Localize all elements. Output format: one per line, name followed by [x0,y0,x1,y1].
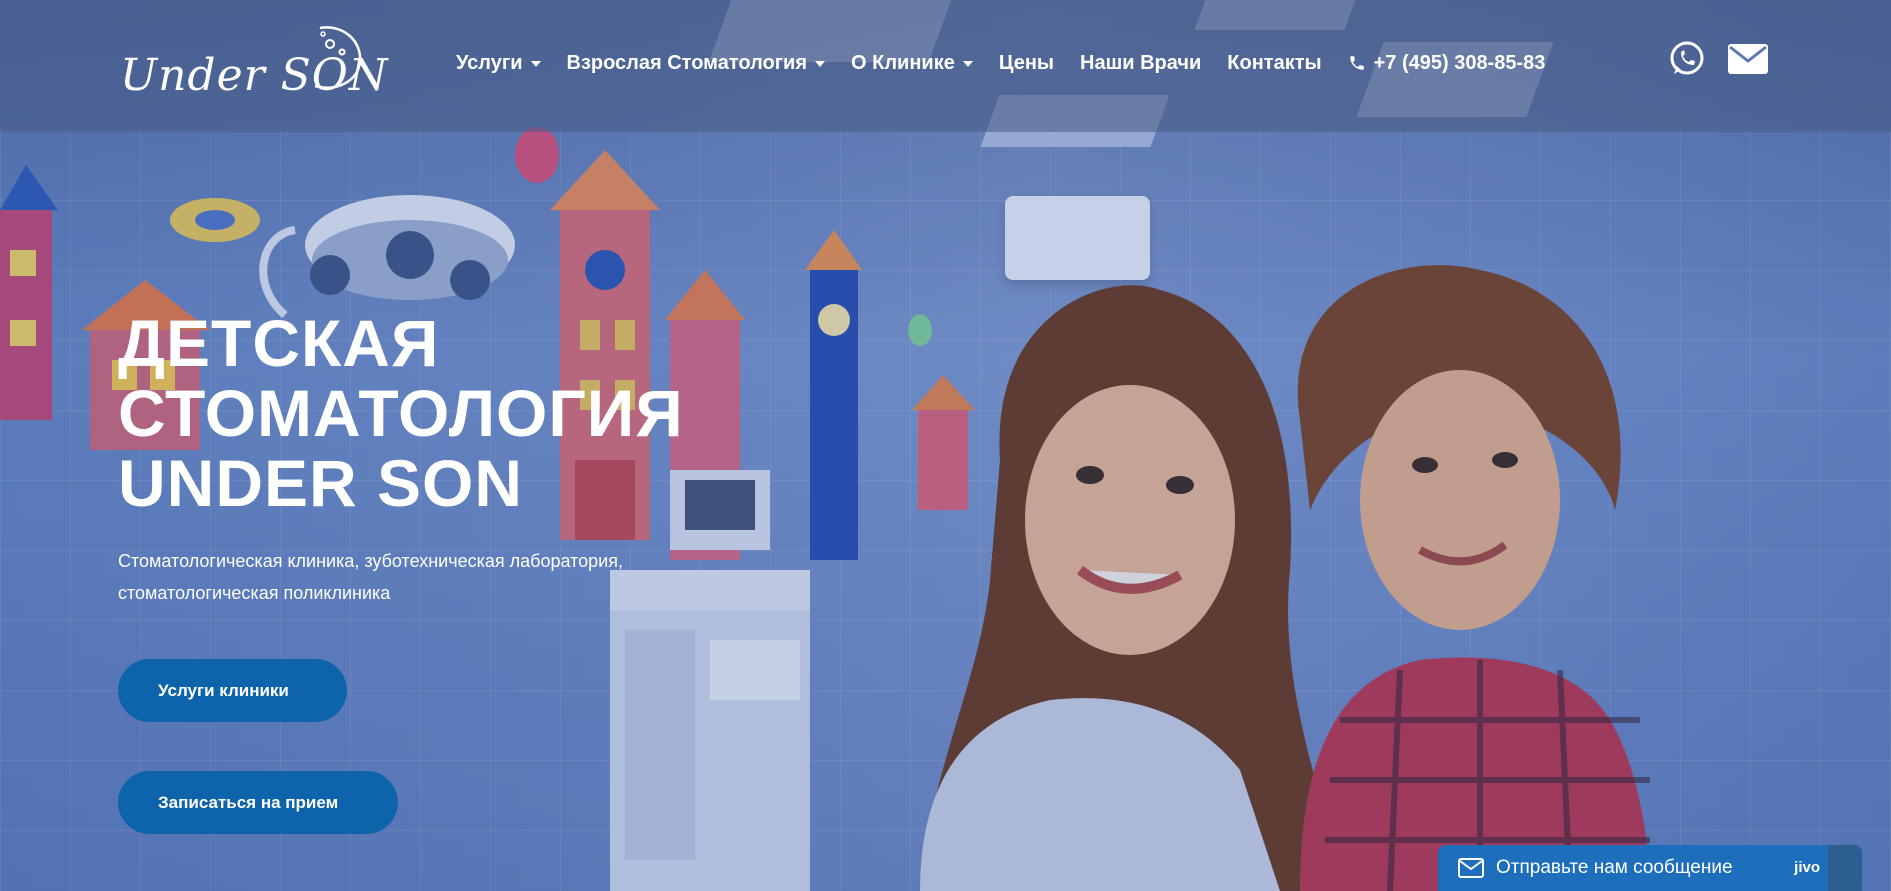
site-logo[interactable]: Under SON [120,22,387,102]
nav-item-label: Контакты [1227,51,1322,74]
chevron-down-icon [815,61,826,67]
chat-brand: jivo [1794,859,1820,876]
site-header: Under SON Услуги Взрослая Стоматология О… [0,0,1891,132]
nav-item-doctors[interactable]: Наши Врачи [1080,52,1201,75]
nav-item-prices[interactable]: Цены [999,52,1054,75]
chat-label: Отправьте нам сообщение [1496,857,1733,878]
button-label: Записаться на прием [158,792,339,812]
hero-title-line: ДЕТСКАЯ [118,306,440,380]
hero-title: ДЕТСКАЯ СТОМАТОЛОГИЯ UNDER SON [118,308,684,518]
phone-link[interactable]: +7 (495) 308-85-83 [1348,51,1546,75]
chevron-down-icon [530,61,541,67]
hero-subtitle: Стоматологическая клиника, зуботехническ… [118,545,718,609]
hero-subtitle-line: Стоматологическая клиника, зуботехническ… [118,551,623,571]
book-appointment-button[interactable]: Записаться на прием [118,771,398,834]
moon-logo-icon [314,26,362,89]
whatsapp-icon[interactable] [1668,40,1706,78]
nav-item-label: Взрослая Стоматология [566,51,808,74]
chevron-down-icon [962,61,973,67]
hero-title-line: СТОМАТОЛОГИЯ [118,376,684,450]
phone-number: +7 (495) 308-85-83 [1373,51,1546,74]
nav-item-about[interactable]: О Клинике [851,52,973,75]
nav-item-label: Цены [998,51,1054,74]
phone-icon [1349,56,1364,70]
button-label: Услуги клиники [158,680,289,700]
chat-widget[interactable]: Отправьте нам сообщение jivo [1438,845,1862,891]
clinic-services-button[interactable]: Услуги клиники [118,659,347,722]
hero-title-line: UNDER SON [118,446,524,520]
nav-item-label: О Клинике [851,51,955,74]
nav-item-contacts[interactable]: Контакты [1227,52,1321,75]
chat-bubble [1828,845,1862,891]
nav-item-services[interactable]: Услуги [456,52,541,75]
nav-item-adult-dentistry[interactable]: Взрослая Стоматология [567,52,826,75]
hero-subtitle-line: стоматологическая поликлиника [118,583,391,603]
mail-icon [1458,858,1484,878]
nav-item-label: Наши Врачи [1080,51,1202,74]
nav-item-label: Услуги [456,51,523,74]
envelope-icon[interactable] [1728,44,1768,74]
main-nav: Услуги Взрослая Стоматология О Клинике Ц… [456,48,1545,78]
